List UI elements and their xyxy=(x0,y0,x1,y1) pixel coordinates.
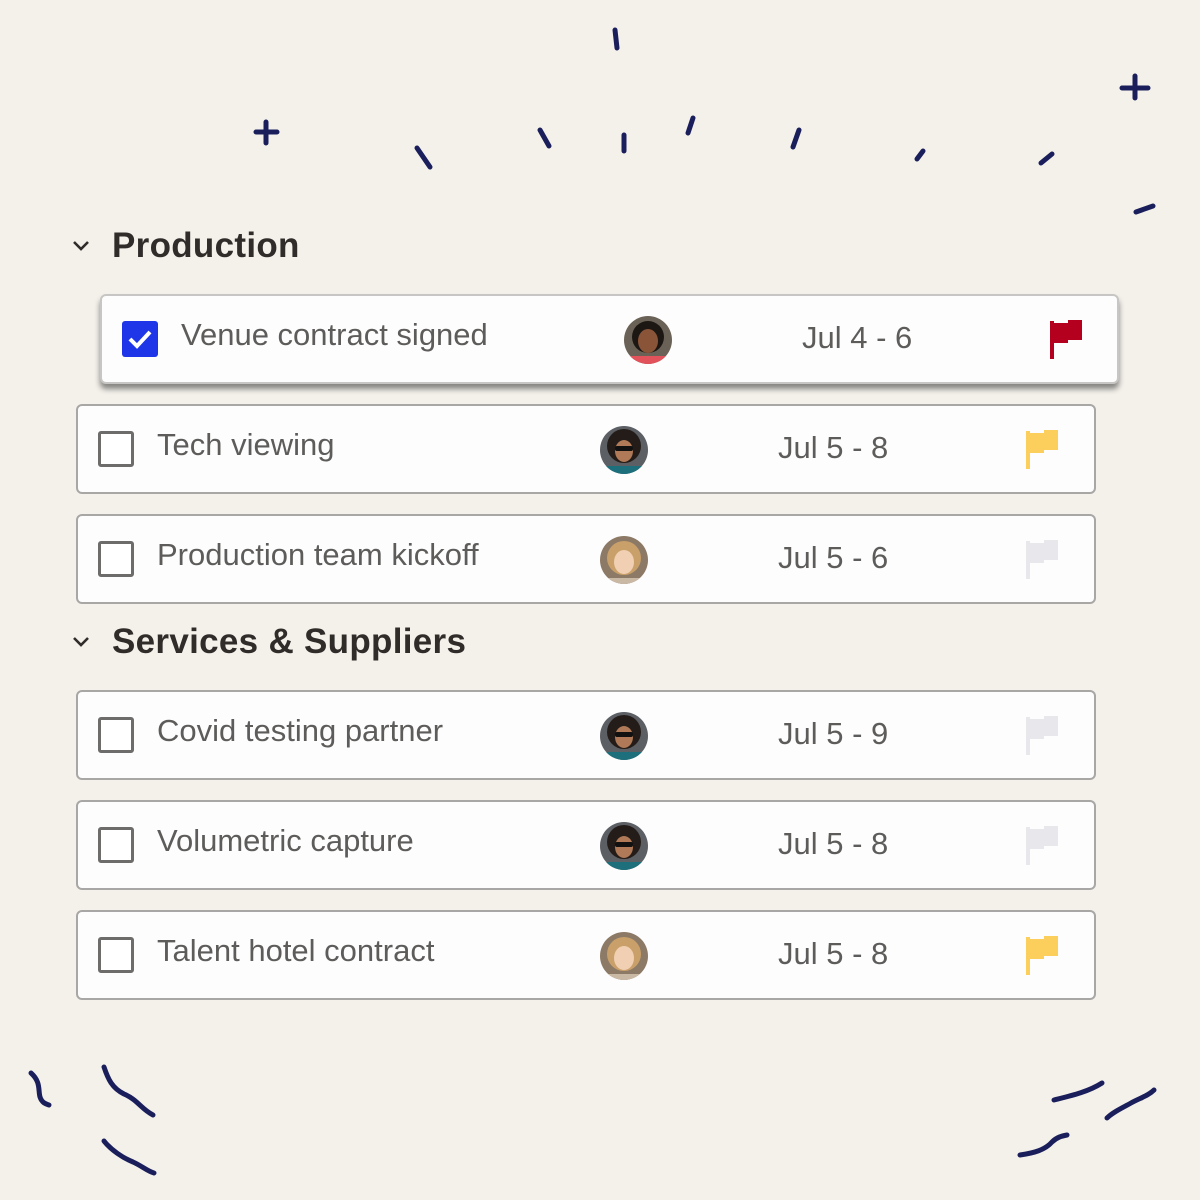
task-name[interactable]: Tech viewing xyxy=(157,427,334,463)
assignee-avatar[interactable] xyxy=(600,712,648,760)
flag-icon-none[interactable] xyxy=(1026,716,1060,756)
section-title: Production xyxy=(112,226,300,265)
flag-icon-none[interactable] xyxy=(1026,826,1060,866)
flag-icon-none[interactable] xyxy=(1026,540,1060,580)
flag-icon-red[interactable] xyxy=(1050,320,1084,360)
task-row[interactable]: Production team kickoff Jul 5 - 6 xyxy=(76,514,1096,604)
task-checkbox[interactable] xyxy=(98,541,134,577)
task-row[interactable]: Tech viewing Jul 5 - 8 xyxy=(76,404,1096,494)
task-date[interactable]: Jul 5 - 8 xyxy=(778,430,888,466)
task-checkbox[interactable] xyxy=(98,431,134,467)
chevron-down-icon[interactable] xyxy=(70,235,92,257)
task-checkbox[interactable] xyxy=(98,827,134,863)
checkmark-icon xyxy=(128,330,152,349)
task-name[interactable]: Venue contract signed xyxy=(181,317,488,353)
chevron-down-icon[interactable] xyxy=(70,631,92,653)
task-name[interactable]: Volumetric capture xyxy=(157,823,414,859)
task-name[interactable]: Production team kickoff xyxy=(157,537,479,573)
assignee-avatar[interactable] xyxy=(600,932,648,980)
task-row[interactable]: Covid testing partner Jul 5 - 9 xyxy=(76,690,1096,780)
task-checkbox-checked[interactable] xyxy=(122,321,158,357)
task-date[interactable]: Jul 5 - 6 xyxy=(778,540,888,576)
task-checkbox[interactable] xyxy=(98,717,134,753)
task-name[interactable]: Covid testing partner xyxy=(157,713,443,749)
task-date[interactable]: Jul 5 - 9 xyxy=(778,716,888,752)
assignee-avatar[interactable] xyxy=(600,536,648,584)
task-name[interactable]: Talent hotel contract xyxy=(157,933,434,969)
task-date[interactable]: Jul 5 - 8 xyxy=(778,826,888,862)
task-checkbox[interactable] xyxy=(98,937,134,973)
task-row[interactable]: Talent hotel contract Jul 5 - 8 xyxy=(76,910,1096,1000)
section-header-production[interactable]: Production xyxy=(70,226,300,266)
task-date[interactable]: Jul 5 - 8 xyxy=(778,936,888,972)
flag-icon-yellow[interactable] xyxy=(1026,936,1060,976)
task-row[interactable]: Venue contract signed Jul 4 - 6 xyxy=(100,294,1119,384)
flag-icon-yellow[interactable] xyxy=(1026,430,1060,470)
task-row[interactable]: Volumetric capture Jul 5 - 8 xyxy=(76,800,1096,890)
task-date[interactable]: Jul 4 - 6 xyxy=(802,320,912,356)
assignee-avatar[interactable] xyxy=(600,426,648,474)
assignee-avatar[interactable] xyxy=(600,822,648,870)
section-title: Services & Suppliers xyxy=(112,622,467,661)
assignee-avatar[interactable] xyxy=(624,316,672,364)
section-header-services-suppliers[interactable]: Services & Suppliers xyxy=(70,622,466,662)
